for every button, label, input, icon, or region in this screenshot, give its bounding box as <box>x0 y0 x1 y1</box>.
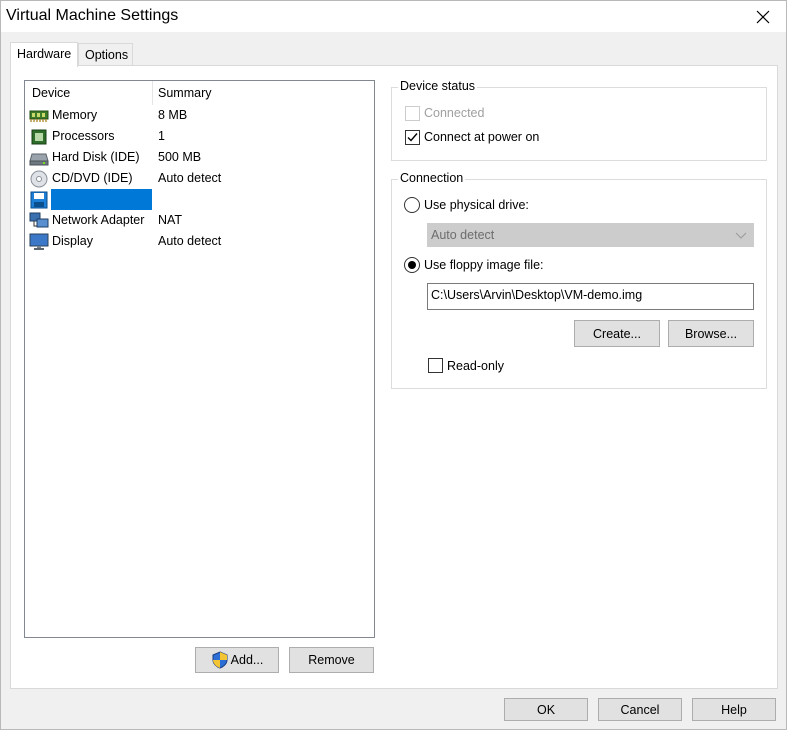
floppy-icon <box>30 191 48 209</box>
chevron-down-icon <box>735 232 747 239</box>
connected-label: Connected <box>424 106 485 120</box>
tab-options-label: Options <box>85 48 129 62</box>
device-row-network-adapter[interactable]: Network Adapter NAT <box>25 210 374 231</box>
cd-dvd-icon <box>30 170 48 188</box>
device-name: Memory <box>52 108 98 122</box>
device-row-memory[interactable]: Memory 8 MB <box>25 105 374 126</box>
help-button[interactable]: Help <box>692 698 776 721</box>
selection-highlight <box>51 189 152 210</box>
column-separator[interactable] <box>152 81 153 105</box>
device-status-group: Device status Connected Connect at power… <box>391 79 767 161</box>
connected-checkbox[interactable] <box>405 106 420 121</box>
create-button[interactable]: Create... <box>574 320 660 347</box>
physical-drive-value: Auto detect <box>431 228 495 242</box>
browse-button-label: Browse... <box>684 326 738 341</box>
tab-options[interactable]: Options <box>78 43 133 67</box>
device-status-title: Device status <box>398 79 478 93</box>
connection-group: Connection Use physical drive: Auto dete… <box>391 171 767 389</box>
use-floppy-image-label: Use floppy image file: <box>424 258 544 272</box>
device-summary: NAT <box>158 213 183 227</box>
read-only-label: Read-only <box>447 359 504 373</box>
device-row-hard-disk[interactable]: Hard Disk (IDE) 500 MB <box>25 147 374 168</box>
device-list[interactable]: Device Summary Memory 8 MB Processors 1 … <box>24 80 375 638</box>
summary-column-header[interactable]: Summary <box>158 86 211 100</box>
add-button-label: Add... <box>230 653 264 667</box>
hardware-panel: Device Summary Memory 8 MB Processors 1 … <box>10 65 778 689</box>
device-name: Hard Disk (IDE) <box>52 150 140 164</box>
tab-hardware-label: Hardware <box>17 47 72 61</box>
device-summary: Auto detect <box>158 171 222 185</box>
device-row-processors[interactable]: Processors 1 <box>25 126 374 147</box>
device-summary: Auto detect <box>158 234 222 248</box>
checkmark-icon <box>407 133 418 142</box>
device-column-header[interactable]: Device <box>32 86 70 100</box>
memory-icon <box>29 110 49 122</box>
display-icon <box>29 233 49 250</box>
help-button-label: Help <box>721 702 747 717</box>
use-physical-drive-radio[interactable] <box>404 197 420 213</box>
floppy-image-path-value: C:\Users\Arvin\Desktop\VM-demo.img <box>431 288 643 302</box>
processor-icon <box>31 129 47 145</box>
remove-button-label: Remove <box>308 653 355 667</box>
connection-title: Connection <box>398 171 466 185</box>
shield-icon <box>212 651 228 669</box>
device-summary: 1 <box>158 129 165 143</box>
device-name: Processors <box>52 129 115 143</box>
device-summary: 8 MB <box>158 108 188 122</box>
device-summary: 500 MB <box>158 150 202 164</box>
create-button-label: Create... <box>593 326 641 341</box>
close-icon <box>756 10 770 23</box>
connect-at-power-on-label: Connect at power on <box>424 130 540 144</box>
radio-selected-dot <box>408 261 416 269</box>
network-adapter-icon <box>29 212 49 228</box>
read-only-checkbox[interactable] <box>428 358 443 373</box>
settings-window: Virtual Machine Settings Hardware Option… <box>0 0 787 730</box>
ok-button-label: OK <box>536 702 556 717</box>
floppy-image-path-input[interactable]: C:\Users\Arvin\Desktop\VM-demo.img <box>427 283 754 310</box>
device-name: CD/DVD (IDE) <box>52 171 133 185</box>
cancel-button[interactable]: Cancel <box>598 698 682 721</box>
add-button[interactable]: Add... <box>195 647 279 673</box>
device-row-display[interactable]: Display Auto detect <box>25 231 374 252</box>
cancel-button-label: Cancel <box>620 702 660 717</box>
use-floppy-image-radio[interactable] <box>404 257 420 273</box>
ok-button[interactable]: OK <box>504 698 588 721</box>
connect-at-power-on-checkbox[interactable] <box>405 130 420 145</box>
tab-hardware[interactable]: Hardware <box>10 42 78 67</box>
close-button[interactable] <box>740 1 786 32</box>
device-row-cd-dvd[interactable]: CD/DVD (IDE) Auto detect <box>25 168 374 189</box>
physical-drive-select[interactable]: Auto detect <box>427 223 754 247</box>
use-physical-drive-label: Use physical drive: <box>424 198 529 212</box>
device-list-header: Device Summary <box>25 81 374 105</box>
window-title: Virtual Machine Settings <box>6 7 179 24</box>
browse-button[interactable]: Browse... <box>668 320 754 347</box>
device-row-floppy[interactable] <box>25 189 374 210</box>
remove-button[interactable]: Remove <box>289 647 374 673</box>
device-name: Network Adapter <box>52 213 145 227</box>
device-name: Display <box>52 234 93 248</box>
title-bar: Virtual Machine Settings <box>1 1 786 32</box>
hard-disk-icon <box>29 153 49 166</box>
